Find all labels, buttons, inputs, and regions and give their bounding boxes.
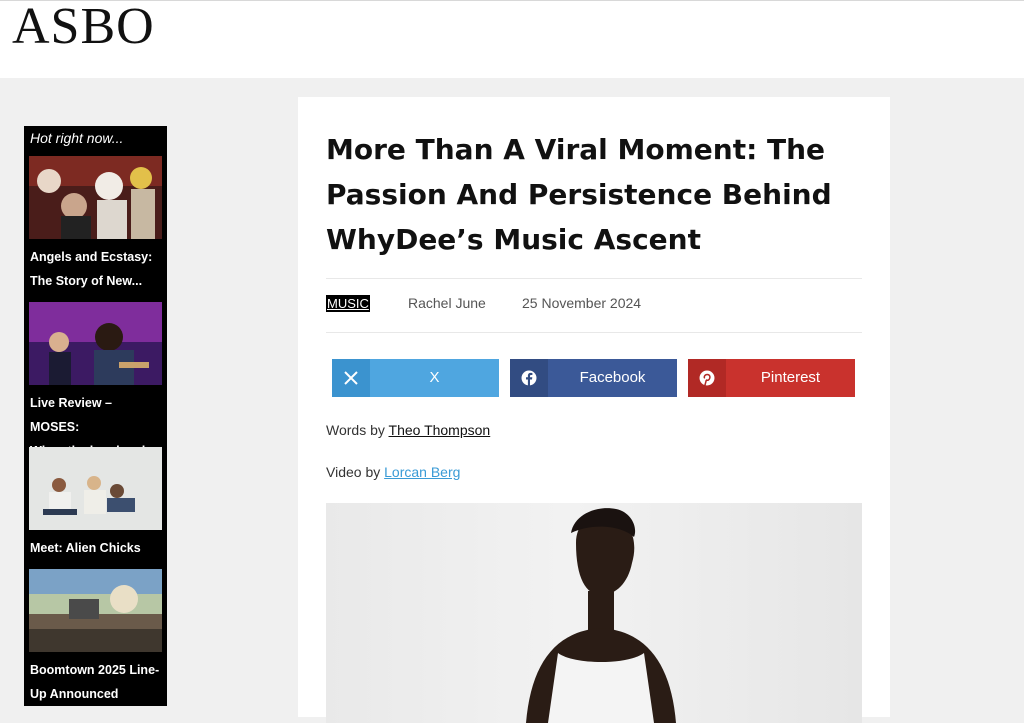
hero-image: [326, 503, 862, 723]
sidebar-item-live-review-moses[interactable]: Live Review – MOSES: When the band and..…: [29, 302, 162, 463]
share-pinterest-label: Pinterest: [760, 369, 821, 386]
sidebar-item-title[interactable]: Meet: Alien Chicks: [29, 536, 162, 560]
site-logo[interactable]: ASBO: [12, 0, 155, 57]
pinterest-logo-icon: [688, 359, 726, 397]
share-facebook-label: Facebook: [579, 369, 646, 386]
share-facebook-button[interactable]: Facebook: [510, 359, 677, 397]
sidebar-item-meet-alien-chicks[interactable]: Meet: Alien Chicks: [29, 447, 162, 560]
facebook-logo-icon: [510, 359, 548, 397]
words-credit: Words by Theo Thompson: [326, 422, 491, 438]
thumbnail-image[interactable]: [29, 302, 162, 385]
hot-right-now-sidebar: Hot right now... Angels and Ecstasy: The…: [24, 126, 167, 706]
category-badge[interactable]: MUSIC: [326, 295, 370, 312]
sidebar-title: Hot right now...: [30, 130, 124, 146]
sidebar-item-title[interactable]: Angels and Ecstasy: The Story of New...: [29, 245, 162, 293]
thumbnail-image[interactable]: [29, 569, 162, 652]
author-name[interactable]: Rachel June: [408, 295, 486, 311]
site-header: ASBO: [0, 0, 1024, 78]
sidebar-item-title[interactable]: Boomtown 2025 Line- Up Announced: [29, 658, 162, 706]
thumbnail-image[interactable]: [29, 447, 162, 530]
video-author-link[interactable]: Lorcan Berg: [384, 464, 460, 480]
divider: [326, 332, 862, 333]
x-logo-icon: [332, 359, 370, 397]
publish-date: 25 November 2024: [522, 295, 642, 311]
article-title: More Than A Viral Moment: The Passion An…: [326, 133, 832, 256]
article-card: More Than A Viral Moment: The Passion An…: [298, 97, 890, 723]
share-x-label: X: [429, 369, 440, 386]
video-credit: Video by Lorcan Berg: [326, 464, 461, 480]
thumbnail-image[interactable]: [29, 156, 162, 239]
share-pinterest-button[interactable]: Pinterest: [688, 359, 855, 397]
sidebar-item-angels-and-ecstasy[interactable]: Angels and Ecstasy: The Story of New...: [29, 156, 162, 293]
sidebar-item-boomtown-2025[interactable]: Boomtown 2025 Line- Up Announced: [29, 569, 162, 706]
share-x-button[interactable]: X: [332, 359, 499, 397]
words-author-link[interactable]: Theo Thompson: [389, 422, 491, 438]
divider: [326, 278, 862, 279]
